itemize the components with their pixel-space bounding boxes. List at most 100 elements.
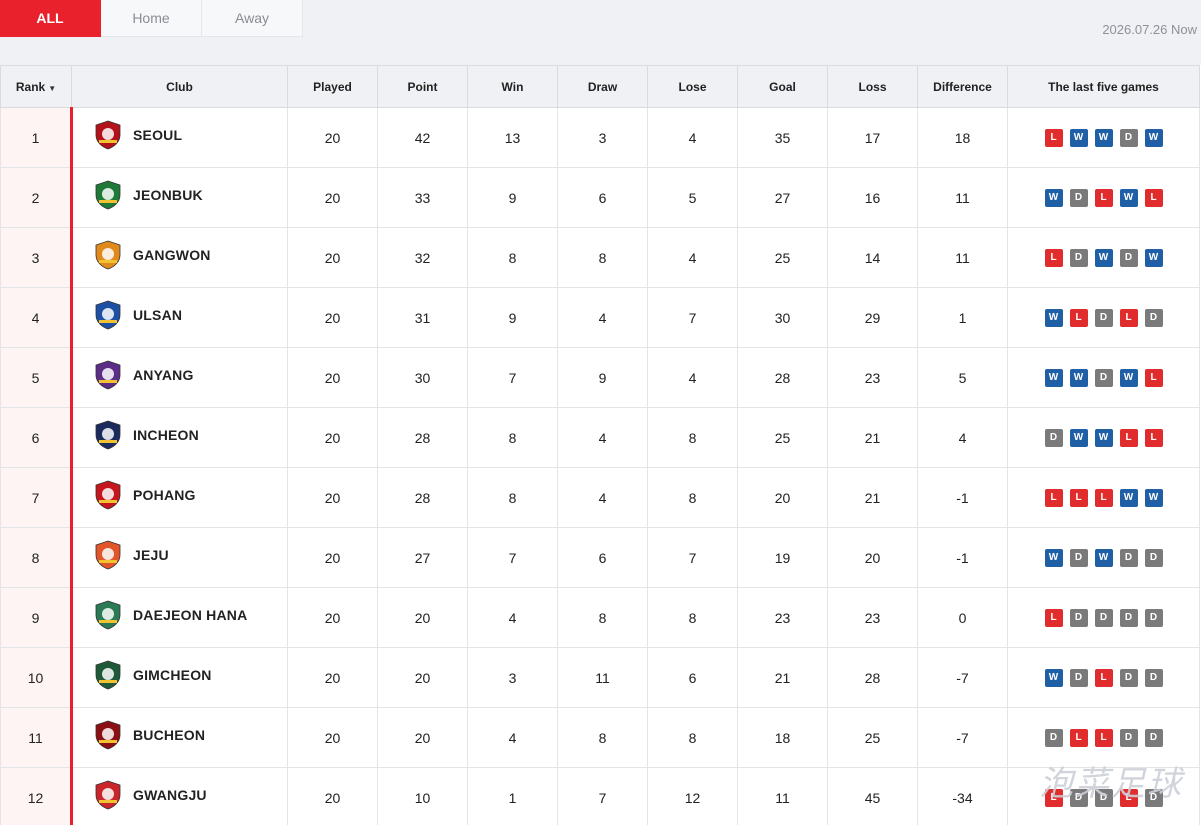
last-five-games: WLDLD [1008,308,1199,327]
draw-cell: 9 [557,347,648,408]
standings-table: Rank ▼ Club Played Point Win Draw Lose Go… [0,65,1200,825]
club-name[interactable]: SEOUL [133,127,182,143]
result-badge: D [1094,608,1113,627]
club-name[interactable]: DAEJEON HANA [133,607,247,623]
last-five-games: LLLWW [1008,488,1199,507]
result-badge: W [1144,488,1163,507]
last-five-cell: WDWDD [1007,527,1200,588]
table-row[interactable]: 12 GWANGJU 20 10 1 7 12 11 45 -34 L D D L D [0,767,1200,825]
tab-bar: ALL Home Away [0,0,303,37]
tab-all[interactable]: ALL [0,0,101,37]
table-row[interactable]: 10 GIMCHEON 20 20 3 11 6 21 28 -7 W D L D D [0,647,1200,708]
result-badge: W [1044,188,1063,207]
result-badge: D [1119,608,1138,627]
diff-cell: -34 [917,767,1008,825]
club-cell[interactable]: ANYANG [71,347,288,408]
club-name[interactable]: JEJU [133,547,169,563]
table-row[interactable]: 2 JEONBUK 20 33 9 6 5 27 16 11 W D L W L [0,167,1200,228]
result-badge: W [1069,428,1088,447]
point-cell: 28 [377,467,468,528]
result-badge: W [1119,488,1138,507]
draw-cell: 3 [557,107,648,168]
table-row[interactable]: 1 SEOUL 20 42 13 3 4 35 17 18 L W W D W [0,107,1200,168]
loss-cell: 17 [827,107,918,168]
goal-cell: 27 [737,167,828,228]
club-cell[interactable]: BUCHEON [71,707,288,768]
win-cell: 3 [467,647,558,708]
tab-away[interactable]: Away [202,0,303,37]
table-row[interactable]: 9 DAEJEON HANA 20 20 4 8 8 23 23 0 L D D D D [0,587,1200,648]
pohang-crest-icon [95,480,121,509]
loss-cell: 14 [827,227,918,288]
lose-cell: 4 [647,347,738,408]
column-header-point: Point [377,65,468,108]
played-cell: 20 [287,647,378,708]
lose-cell: 8 [647,587,738,648]
club-name[interactable]: ANYANG [133,367,194,383]
club-name[interactable]: GIMCHEON [133,667,212,683]
club-name[interactable]: INCHEON [133,427,199,443]
played-cell: 20 [287,467,378,528]
lose-cell: 7 [647,287,738,348]
loss-cell: 23 [827,347,918,408]
club-name[interactable]: JEONBUK [133,187,203,203]
result-badge: L [1044,248,1063,267]
loss-cell: 28 [827,647,918,708]
result-badge: D [1044,728,1063,747]
column-header-rank[interactable]: Rank ▼ [0,65,72,108]
result-badge: D [1069,788,1088,807]
result-badge: L [1044,788,1063,807]
draw-cell: 8 [557,587,648,648]
club-info: INCHEON [93,420,287,450]
club-cell[interactable]: DAEJEON HANA [71,587,288,648]
table-row[interactable]: 3 GANGWON 20 32 8 8 4 25 14 11 L D W D W [0,227,1200,288]
top-bar: ALL Home Away 2026.07.26 Now [0,0,1201,65]
club-info: GWANGJU [93,780,287,810]
lose-cell: 8 [647,707,738,768]
column-header-loss: Loss [827,65,918,108]
sort-caret-icon[interactable]: ▼ [48,84,56,93]
club-name[interactable]: ULSAN [133,307,182,323]
club-cell[interactable]: JEONBUK [71,167,288,228]
table-row[interactable]: 11 BUCHEON 20 20 4 8 8 18 25 -7 D L L D D [0,707,1200,768]
club-name[interactable]: GWANGJU [133,787,207,803]
table-row[interactable]: 4 ULSAN 20 31 9 4 7 30 29 1 W L D L D [0,287,1200,348]
played-cell: 20 [287,167,378,228]
club-name[interactable]: GANGWON [133,247,211,263]
point-cell: 20 [377,647,468,708]
result-badge: W [1044,368,1063,387]
win-cell: 8 [467,407,558,468]
club-name[interactable]: POHANG [133,487,196,503]
club-cell[interactable]: GWANGJU [71,767,288,825]
draw-cell: 6 [557,527,648,588]
tab-home[interactable]: Home [101,0,202,37]
lose-cell: 8 [647,467,738,528]
club-cell[interactable]: POHANG [71,467,288,528]
club-info: GIMCHEON [93,660,287,690]
club-cell[interactable]: ULSAN [71,287,288,348]
goal-cell: 28 [737,347,828,408]
club-cell[interactable]: GIMCHEON [71,647,288,708]
club-cell[interactable]: JEJU [71,527,288,588]
result-badge: L [1044,488,1063,507]
loss-cell: 21 [827,407,918,468]
table-row[interactable]: 8 JEJU 20 27 7 6 7 19 20 -1 W D W D D [0,527,1200,588]
club-cell[interactable]: SEOUL [71,107,288,168]
club-name[interactable]: BUCHEON [133,727,205,743]
played-cell: 20 [287,287,378,348]
table-row[interactable]: 6 INCHEON 20 28 8 4 8 25 21 4 D W W L L [0,407,1200,468]
club-cell[interactable]: GANGWON [71,227,288,288]
last-five-cell: LDWDW [1007,227,1200,288]
result-badge: W [1044,668,1063,687]
club-cell[interactable]: INCHEON [71,407,288,468]
result-badge: L [1069,308,1088,327]
result-badge: L [1094,188,1113,207]
last-five-cell: LDDDD [1007,587,1200,648]
lose-cell: 6 [647,647,738,708]
table-row[interactable]: 7 POHANG 20 28 8 4 8 20 21 -1 L L L W W [0,467,1200,528]
last-five-games: LDDLD [1008,788,1199,807]
column-header-draw: Draw [557,65,648,108]
table-row[interactable]: 5 ANYANG 20 30 7 9 4 28 23 5 W W D W L [0,347,1200,408]
column-header-lose: Lose [647,65,738,108]
loss-cell: 25 [827,707,918,768]
